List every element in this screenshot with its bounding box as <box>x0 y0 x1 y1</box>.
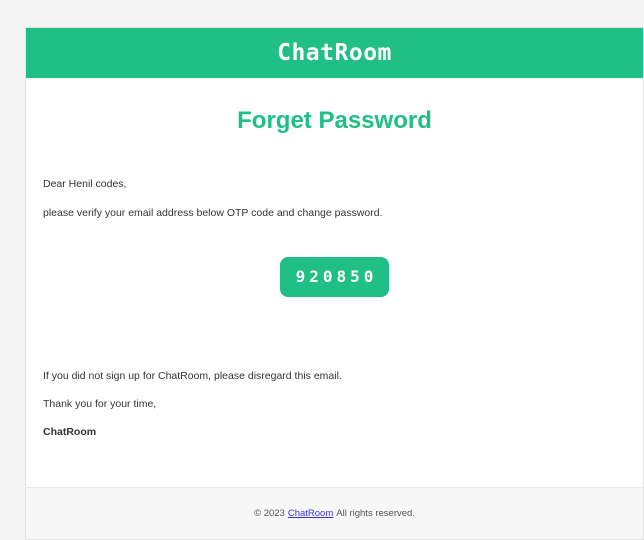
email-header: ChatRoom <box>26 28 643 78</box>
page-title: Forget Password <box>237 107 432 134</box>
footer-chatroom-link[interactable]: ChatRoom <box>288 508 333 519</box>
copyright-text: © 2023 <box>254 508 285 519</box>
email-card: ChatRoom Forget Password Dear Henil code… <box>25 27 644 540</box>
otp-code-badge: 920850 <box>279 257 390 297</box>
otp-container: 920850 <box>43 257 626 297</box>
email-footer: © 2023 ChatRoom All rights reserved. <box>26 487 643 539</box>
rights-text: All rights reserved. <box>336 508 415 519</box>
email-body: Forget Password Dear Henil codes, please… <box>26 105 643 439</box>
disclaimer-text: If you did not sign up for ChatRoom, ple… <box>43 370 342 382</box>
thanks-text: Thank you for your time, <box>43 398 157 410</box>
signature-text: ChatRoom <box>43 426 97 438</box>
greeting-text: Dear Henil codes, <box>43 178 127 190</box>
instruction-text: please verify your email address below O… <box>43 207 383 219</box>
brand-title: ChatRoom <box>277 40 392 66</box>
